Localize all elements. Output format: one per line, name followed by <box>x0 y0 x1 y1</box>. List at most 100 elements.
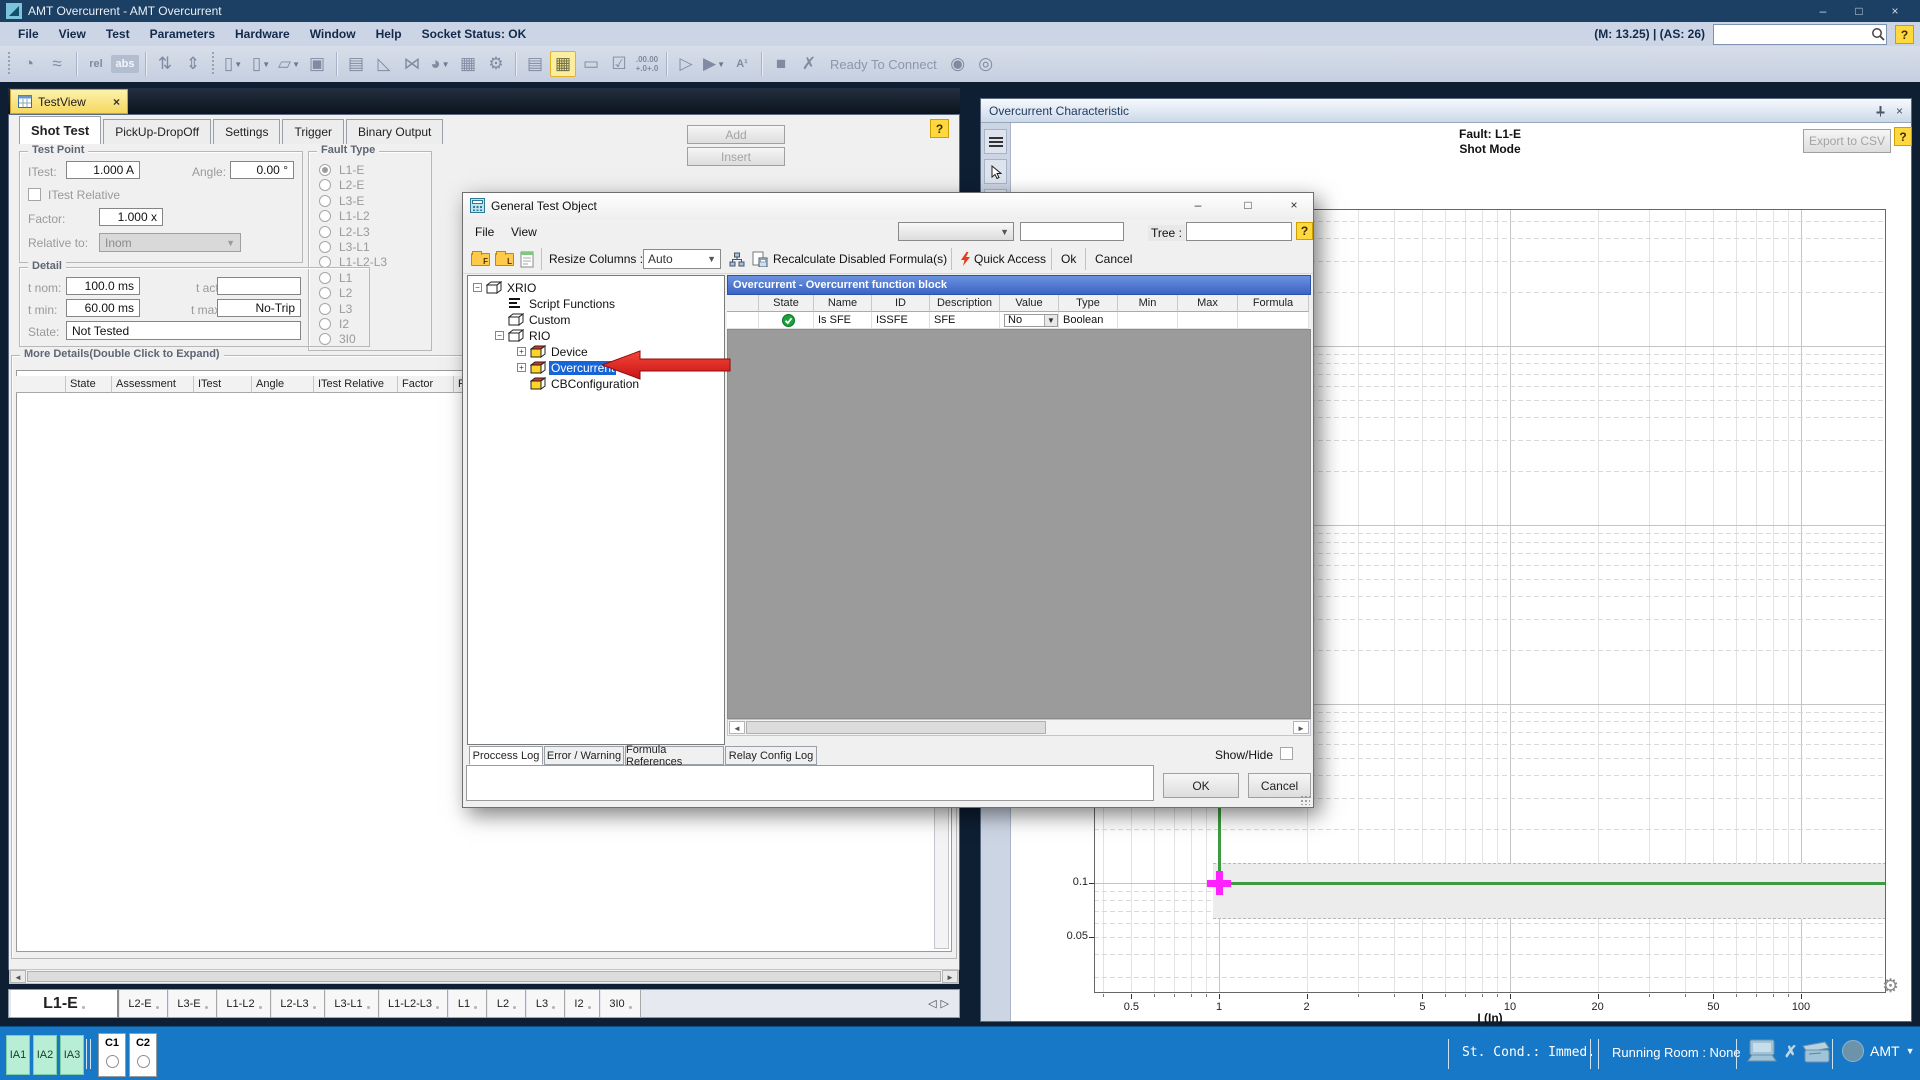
tab-proccess-log[interactable]: Proccess Log <box>469 746 543 765</box>
detail-view-icon[interactable]: ▦ <box>455 51 481 77</box>
menu-file[interactable]: File <box>8 27 49 41</box>
fault-radio-l1-e[interactable] <box>319 164 331 176</box>
factor-field[interactable]: 1.000 x <box>99 208 163 226</box>
toolbar-grip[interactable] <box>7 52 11 76</box>
maximize-icon[interactable]: □ <box>1848 1 1870 21</box>
menu-socket-status-ok[interactable]: Socket Status: OK <box>412 27 537 41</box>
toolbar-ok-button[interactable]: Ok <box>1061 252 1076 266</box>
tree-item-xrio[interactable]: XRIO <box>505 281 538 295</box>
grid-cell-value[interactable]: No▼ <box>1000 312 1059 329</box>
export-to-csv-button[interactable]: Export to CSV <box>1803 129 1891 153</box>
fault-radio-l2-e[interactable] <box>319 179 331 191</box>
save-icon[interactable]: ▣ <box>304 51 330 77</box>
numeric-view-icon[interactable]: ▦ <box>550 51 576 77</box>
tab-settings[interactable]: Settings <box>213 119 280 144</box>
time-signal-icon[interactable]: ◔ <box>16 51 42 77</box>
tab-shot-test[interactable]: Shot Test <box>19 116 101 144</box>
resize-grip[interactable] <box>1300 795 1310 805</box>
search-icon[interactable] <box>1870 26 1886 42</box>
gear-icon[interactable]: ⚙ <box>1882 975 1899 998</box>
fault-tab-l1-e[interactable]: L1-E <box>11 990 119 1018</box>
menu-view[interactable]: View <box>49 27 96 41</box>
grid-column-state[interactable]: State <box>759 295 814 312</box>
fault-tab-3i0[interactable]: 3I0 <box>601 990 641 1018</box>
fault-tab-l1[interactable]: L1 <box>449 990 487 1018</box>
start-single-icon[interactable]: ▷ <box>673 51 699 77</box>
angle-field[interactable]: 0.00 ° <box>230 161 294 179</box>
fault-tab-l1-l2[interactable]: L1-L2 <box>218 990 271 1018</box>
tree-structure-icon[interactable] <box>729 252 745 267</box>
absolute-values-icon[interactable]: abs <box>111 55 139 73</box>
itest-relative-checkbox[interactable] <box>28 188 41 201</box>
column-header-angle[interactable]: Angle <box>252 376 314 393</box>
t-act-field[interactable] <box>217 277 301 295</box>
quick-access-label[interactable]: Quick Access <box>974 252 1046 266</box>
keyboard-icon[interactable]: ▭ <box>578 51 604 77</box>
clear-icon[interactable]: ✗ <box>796 51 822 77</box>
grid-column-value[interactable]: Value <box>1000 295 1059 312</box>
filter-input[interactable] <box>1020 222 1124 241</box>
fault-tab-l2-l3[interactable]: L2-L3 <box>272 990 325 1018</box>
assessment-icon[interactable]: ☑ <box>606 51 632 77</box>
grid-column-formula[interactable]: Formula <box>1238 295 1309 312</box>
show-hide-checkbox[interactable] <box>1280 747 1293 760</box>
dialog-menu-file[interactable]: File <box>475 225 494 239</box>
grid-column-type[interactable]: Type <box>1059 295 1118 312</box>
tab-binary-output[interactable]: Binary Output <box>346 119 443 144</box>
panel-help-button[interactable]: ? <box>930 119 949 138</box>
menu-test[interactable]: Test <box>96 27 140 41</box>
recalculate-icon[interactable] <box>752 251 768 267</box>
tree-item-device[interactable]: Device <box>549 345 590 359</box>
network-icon[interactable]: ◎ <box>973 51 999 77</box>
tab-close-icon[interactable]: × <box>113 95 120 109</box>
new-document-icon[interactable]: ▯▼ <box>220 51 246 77</box>
chevron-down-icon[interactable]: ▼ <box>1044 315 1057 326</box>
fault-radio-l3-e[interactable] <box>319 195 331 207</box>
dialog-title-bar[interactable]: General Test Object – □ × <box>463 193 1313 220</box>
binary-output-c1[interactable]: C1 <box>98 1033 126 1077</box>
t-nom-field[interactable]: 100.0 ms <box>66 277 140 295</box>
report-view-icon[interactable]: ▤ <box>343 51 369 77</box>
binary-outputs-icon[interactable]: ⇕ <box>180 51 206 77</box>
recalculate-label[interactable]: Recalculate Disabled Formula(s) <box>773 252 947 266</box>
filter-select[interactable]: ▼ <box>898 222 1014 241</box>
grid-column-min[interactable]: Min <box>1118 295 1178 312</box>
dialog-minimize-icon[interactable]: – <box>1185 197 1211 215</box>
binary-output-c2[interactable]: C2 <box>129 1033 157 1077</box>
phasor-view-icon[interactable]: ◕▼ <box>427 51 453 77</box>
waveform-icon[interactable]: ≈ <box>44 51 70 77</box>
column-header-itest-relative[interactable]: ITest Relative <box>314 376 398 393</box>
tab-next-icon[interactable]: ▷ <box>941 998 953 1010</box>
user-menu[interactable]: AMT ▼ <box>1842 1040 1914 1062</box>
import-format-icon[interactable]: F <box>471 253 490 266</box>
value-select[interactable]: No▼ <box>1004 314 1058 327</box>
notes-icon[interactable] <box>520 250 535 268</box>
tree-search-input[interactable] <box>1186 222 1292 241</box>
dialog-maximize-icon[interactable]: □ <box>1235 197 1261 215</box>
column-header-row-selector[interactable] <box>16 376 66 393</box>
tree-item-custom[interactable]: Custom <box>527 313 572 327</box>
fault-tab-i2[interactable]: I2 <box>566 990 600 1018</box>
close-icon[interactable]: × <box>1884 1 1906 21</box>
resize-columns-select[interactable]: Auto▼ <box>643 249 721 269</box>
tree-expander-collapse[interactable]: − <box>473 283 482 292</box>
grid-column-max[interactable]: Max <box>1178 295 1238 312</box>
start-once-icon[interactable]: A¹ <box>729 51 755 77</box>
scroll-left-icon[interactable]: ◄ <box>729 721 745 734</box>
grid-column-id[interactable]: ID <box>872 295 930 312</box>
column-header-assessment[interactable]: Assessment <box>112 376 194 393</box>
help-button[interactable]: ? <box>1895 25 1914 44</box>
fault-tab-l3[interactable]: L3 <box>527 990 565 1018</box>
tab-prev-icon[interactable]: ◁ <box>928 998 940 1010</box>
search-input[interactable] <box>1718 27 1870 41</box>
t-max-field[interactable]: No-Trip <box>217 299 301 317</box>
tree-item-rio[interactable]: RIO <box>527 329 552 343</box>
open-icon[interactable]: ▱▼ <box>276 51 302 77</box>
tab-trigger[interactable]: Trigger <box>282 119 344 144</box>
add-button[interactable]: Add <box>687 125 785 144</box>
column-header-itest[interactable]: ITest <box>194 376 252 393</box>
dialog-menu-view[interactable]: View <box>511 225 537 239</box>
tree-item-script-functions[interactable]: Script Functions <box>527 297 617 311</box>
chevron-down-icon[interactable]: ▼ <box>292 60 300 69</box>
start-icon[interactable]: ▶▼ <box>701 51 727 77</box>
